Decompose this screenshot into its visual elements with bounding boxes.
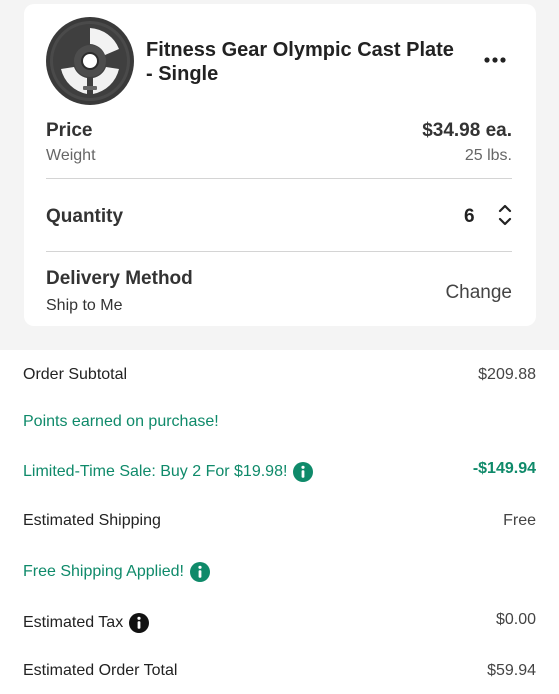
quantity-label: Quantity: [46, 206, 124, 227]
weight-plate-icon: [46, 17, 134, 105]
cart-item-card: Fitness Gear Olympic Cast Plate - Single…: [24, 4, 536, 326]
delivery-method-label: Delivery Method: [46, 268, 193, 289]
order-summary: Order Subtotal $209.88 Points earned on …: [0, 350, 559, 694]
ellipsis-icon: [484, 57, 506, 63]
sale-info-button[interactable]: [293, 462, 314, 482]
shipping-label: Estimated Shipping: [23, 512, 161, 529]
sale-label: Limited-Time Sale: Buy 2 For $19.98!: [23, 463, 288, 480]
subtotal-value: $209.88: [478, 366, 536, 383]
price-value: $34.98 ea.: [422, 120, 512, 141]
more-options-button[interactable]: [480, 46, 510, 74]
chevron-up-down-icon: [498, 204, 512, 226]
info-icon: [129, 613, 150, 633]
free-shipping-row: Free Shipping Applied!: [23, 562, 210, 582]
tax-row: Estimated Tax: [23, 613, 150, 633]
change-delivery-button[interactable]: Change: [445, 282, 512, 304]
price-label: Price: [46, 120, 93, 141]
sale-discount-value: -$149.94: [472, 460, 536, 477]
subtotal-label: Order Subtotal: [23, 366, 128, 383]
divider: [46, 178, 512, 179]
free-shipping-info-button[interactable]: [190, 562, 210, 582]
order-total-label: Estimated Order Total: [23, 662, 178, 679]
tax-value: $0.00: [495, 611, 536, 628]
free-shipping-label: Free Shipping Applied!: [23, 563, 184, 580]
points-earned-label: Points earned on purchase!: [23, 413, 219, 430]
quantity-value[interactable]: 6: [464, 206, 475, 228]
product-image[interactable]: [45, 16, 135, 106]
order-total-value: $59.94: [487, 662, 536, 679]
sale-row: Limited-Time Sale: Buy 2 For $19.98!: [23, 462, 314, 482]
weight-label: Weight: [46, 147, 96, 164]
tax-label: Estimated Tax: [23, 614, 124, 631]
quantity-stepper[interactable]: [494, 200, 516, 230]
info-icon: [293, 462, 314, 482]
shipping-value: Free: [503, 512, 536, 529]
tax-info-button[interactable]: [129, 613, 150, 633]
product-title[interactable]: Fitness Gear Olympic Cast Plate - Single: [146, 38, 466, 86]
divider: [46, 251, 512, 252]
info-icon: [190, 562, 210, 582]
delivery-method-value: Ship to Me: [46, 297, 123, 314]
weight-value: 25 lbs.: [464, 147, 512, 164]
